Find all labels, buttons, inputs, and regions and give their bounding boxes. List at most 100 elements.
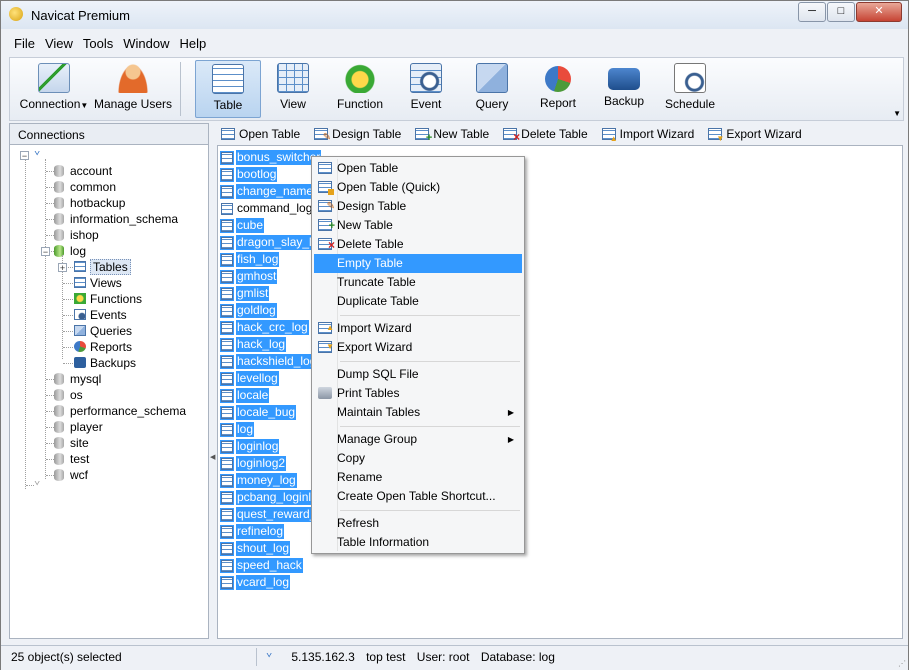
table-button[interactable]: Table: [195, 60, 261, 118]
splitter-arrow-icon[interactable]: ◀: [210, 453, 215, 461]
table-item[interactable]: hackshield_log: [220, 354, 318, 369]
menu-item-duplicate-table[interactable]: Duplicate Table: [314, 292, 522, 311]
tree-item-information_schema[interactable]: information_schema: [54, 211, 178, 227]
design-table-button[interactable]: Design Table: [310, 127, 401, 143]
menu-item-truncate-table[interactable]: Truncate Table: [314, 273, 522, 292]
menu-item-delete-table[interactable]: Delete Table: [314, 235, 522, 255]
tree-item-common[interactable]: common: [54, 179, 116, 195]
import-icon: [601, 128, 618, 143]
menu-item-rename[interactable]: Rename: [314, 468, 522, 487]
node-label: Tables: [90, 259, 131, 275]
connection-node[interactable]: ᘁ: [34, 147, 48, 163]
panel-splitter[interactable]: ◀: [209, 123, 215, 639]
tree-item-hotbackup[interactable]: hotbackup: [54, 195, 125, 211]
tree-item-mysql[interactable]: mysql: [54, 371, 101, 387]
table-item[interactable]: money_log: [220, 473, 297, 488]
tree-item-test[interactable]: test: [54, 451, 89, 467]
menu-item-create-shortcut[interactable]: Create Open Table Shortcut...: [314, 487, 522, 506]
table-item[interactable]: bonus_switcher: [220, 150, 322, 165]
table-item[interactable]: refinelog: [220, 524, 285, 539]
connection-button[interactable]: Connection▼: [14, 60, 94, 116]
menu-item-export-wizard[interactable]: Export Wizard: [314, 337, 522, 357]
tree-item-views[interactable]: Views: [74, 275, 122, 291]
query-button[interactable]: Query: [460, 60, 524, 116]
tree-item-ishop[interactable]: ishop: [54, 227, 99, 243]
toolbar-overflow-icon[interactable]: ▼: [893, 109, 901, 118]
table-item[interactable]: shout_log: [220, 541, 291, 556]
table-item[interactable]: command_log: [221, 201, 313, 216]
table-item[interactable]: speed_hack: [220, 558, 303, 573]
menu-item-empty-table[interactable]: Empty Table: [314, 254, 522, 273]
table-item[interactable]: locale: [220, 388, 270, 403]
collapse-icon[interactable]: −: [20, 151, 29, 161]
table-item[interactable]: fish_log: [220, 252, 280, 267]
schedule-button[interactable]: Schedule: [658, 60, 722, 116]
view-button[interactable]: View: [261, 60, 325, 116]
menu-item-new-table[interactable]: New Table: [314, 216, 522, 236]
maximize-button[interactable]: □: [827, 2, 855, 22]
table-item[interactable]: locale_bug: [220, 405, 297, 420]
tree-item-log[interactable]: log: [54, 243, 86, 259]
table-item[interactable]: bootlog: [220, 167, 278, 182]
menu-view[interactable]: View: [40, 34, 78, 54]
function-button[interactable]: Function: [328, 60, 392, 116]
menu-item-open-table[interactable]: Open Table: [314, 159, 522, 178]
table-item[interactable]: cube: [220, 218, 265, 233]
menu-item-manage-group[interactable]: Manage Group ▶: [314, 430, 522, 449]
menu-item-label: Design Table: [337, 199, 407, 213]
table-item[interactable]: gmhost: [220, 269, 278, 284]
menu-item-design-table[interactable]: Design Table: [314, 197, 522, 216]
close-button[interactable]: ✕: [856, 2, 902, 22]
collapse-icon[interactable]: −: [41, 247, 50, 257]
menu-tools[interactable]: Tools: [78, 34, 118, 54]
tree-item-os[interactable]: os: [54, 387, 83, 403]
tree-item-functions[interactable]: Functions: [74, 291, 142, 307]
tree-item-player[interactable]: player: [54, 419, 103, 435]
tree-item-site[interactable]: site: [54, 435, 89, 451]
delete-table-button[interactable]: Delete Table: [499, 127, 588, 144]
tree-item-wcf[interactable]: wcf: [54, 467, 88, 483]
manage-users-button[interactable]: Manage Users: [90, 60, 176, 116]
table-item[interactable]: quest_reward_l: [220, 507, 321, 522]
menu-item-refresh[interactable]: Refresh: [314, 514, 522, 533]
menu-item-maintain-tables[interactable]: Maintain Tables ▶: [314, 403, 522, 422]
table-item[interactable]: pcbang_loginlog: [220, 490, 326, 505]
table-item[interactable]: levellog: [220, 371, 279, 386]
export-wizard-button[interactable]: Export Wizard: [704, 127, 802, 143]
table-item[interactable]: hack_log: [220, 337, 287, 352]
table-item[interactable]: goldlog: [220, 303, 277, 318]
tree-item-backups[interactable]: Backups: [74, 355, 136, 371]
table-item[interactable]: change_name: [220, 184, 315, 199]
menu-help[interactable]: Help: [175, 34, 212, 54]
menu-file[interactable]: File: [9, 34, 40, 54]
import-wizard-button[interactable]: Import Wizard: [598, 127, 694, 143]
report-button[interactable]: Report: [526, 60, 590, 116]
tree-item-events[interactable]: Events: [74, 307, 127, 323]
menu-item-import-wizard[interactable]: Import Wizard: [314, 318, 522, 338]
expand-icon[interactable]: +: [58, 263, 67, 273]
menu-item-print-tables[interactable]: Print Tables: [314, 384, 522, 403]
event-button[interactable]: Event: [394, 60, 458, 116]
menu-item-table-information[interactable]: Table Information: [314, 533, 522, 552]
table-item[interactable]: vcard_log: [220, 575, 291, 590]
menu-item-copy[interactable]: Copy: [314, 449, 522, 468]
menu-item-open-table-quick[interactable]: Open Table (Quick): [314, 178, 522, 197]
new-table-button[interactable]: New Table: [411, 127, 489, 144]
tree-item-account[interactable]: account: [54, 163, 112, 179]
table-item[interactable]: hack_crc_log: [220, 320, 309, 335]
table-item[interactable]: loginlog: [220, 439, 280, 454]
table-item[interactable]: gmlist: [220, 286, 270, 301]
table-item[interactable]: loginlog2: [220, 456, 287, 471]
table-item[interactable]: log: [220, 422, 255, 437]
minimize-button[interactable]: ─: [798, 2, 826, 22]
connection-node-disconnected[interactable]: ᘁ: [34, 477, 48, 493]
tree-item-performance_schema[interactable]: performance_schema: [54, 403, 186, 419]
menu-window[interactable]: Window: [118, 34, 174, 54]
backup-button[interactable]: Backup: [592, 60, 656, 116]
tree-item-queries[interactable]: Queries: [74, 323, 132, 339]
tree-item-reports[interactable]: Reports: [74, 339, 132, 355]
menu-item-dump-sql-file[interactable]: Dump SQL File: [314, 365, 522, 384]
resize-grip-icon[interactable]: ⋰: [898, 659, 906, 668]
tree-item-tables[interactable]: Tables: [74, 259, 131, 275]
open-table-button[interactable]: Open Table: [217, 127, 300, 141]
